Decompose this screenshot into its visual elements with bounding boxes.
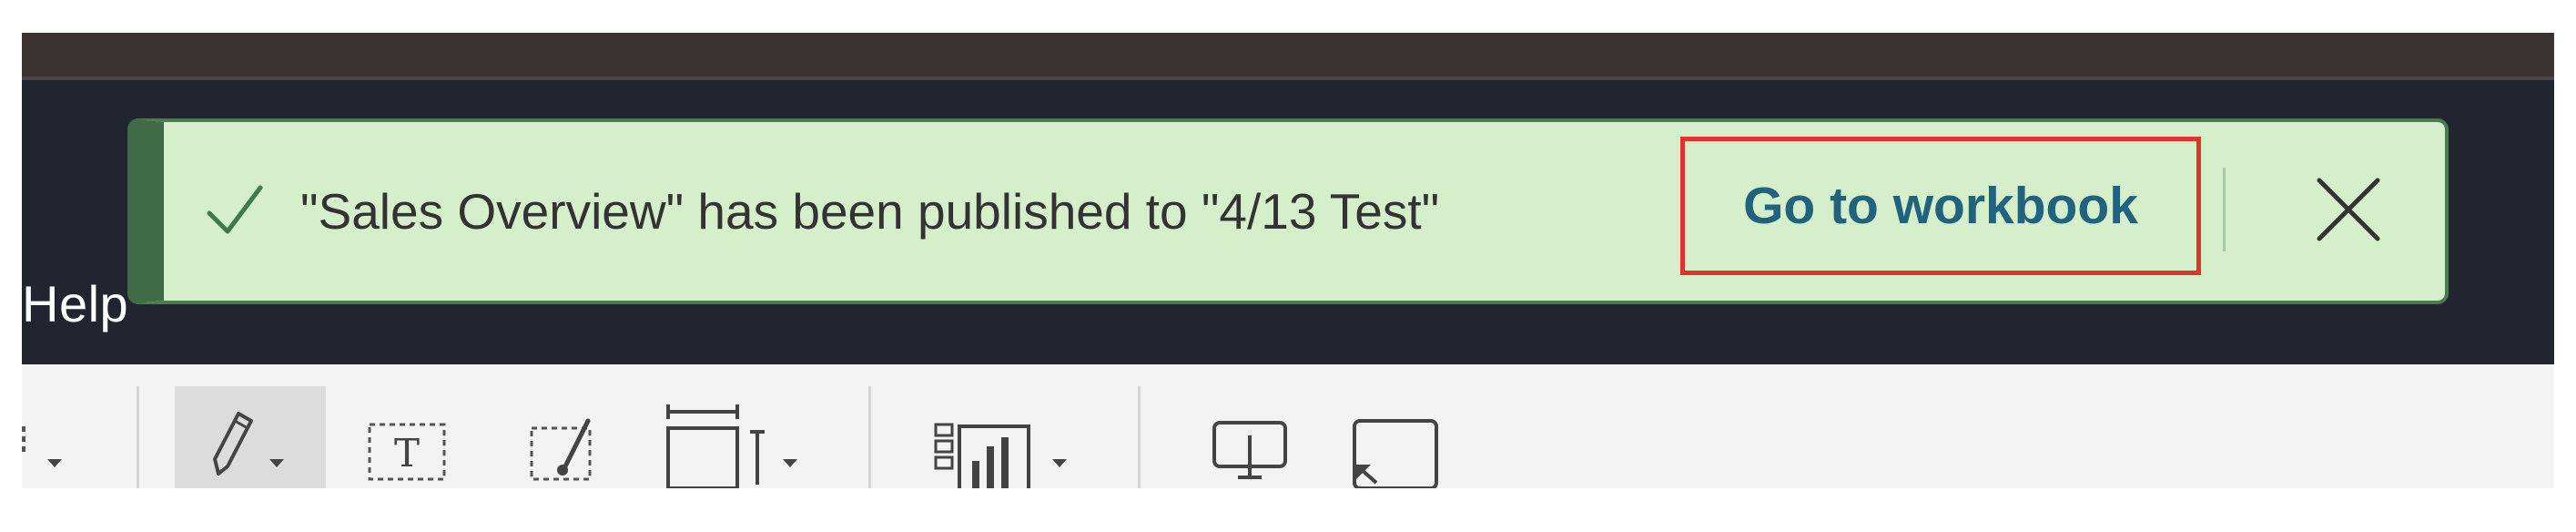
publish-success-toast: "Sales Overview" has been published to "… — [127, 118, 2449, 304]
toolbar-separator — [137, 386, 139, 488]
share-screen-button[interactable] — [1345, 386, 1445, 488]
toolbar-partial-dropdown[interactable] — [22, 386, 76, 488]
svg-text:T: T — [394, 431, 420, 476]
app-window: Help T "Sales Overview" has been publish… — [22, 33, 2554, 488]
fit-width-icon — [666, 404, 797, 488]
highlight-button[interactable] — [175, 386, 326, 488]
title-bar — [22, 33, 2554, 80]
presentation-mode-button[interactable] — [1205, 386, 1296, 488]
toolbar-separator — [868, 386, 871, 488]
toolbar-separator — [1138, 386, 1141, 488]
toolbar: T — [22, 364, 2554, 488]
go-to-workbook-link[interactable]: Go to workbook — [1680, 137, 2201, 275]
annotate-button[interactable] — [524, 386, 615, 488]
close-icon[interactable] — [2310, 171, 2387, 248]
text-box-button[interactable]: T — [360, 386, 451, 488]
share-screen-icon — [1353, 419, 1438, 488]
presentation-icon — [1212, 421, 1287, 479]
dropdown-partial-icon — [22, 426, 62, 467]
text-box-icon: T — [368, 423, 446, 481]
annotate-brush-icon — [530, 418, 592, 481]
checkmark-icon — [207, 185, 263, 234]
fit-button[interactable] — [659, 386, 823, 488]
highlighter-icon — [213, 412, 284, 476]
menu-item-help[interactable]: Help — [22, 277, 128, 332]
show-me-chart-icon — [934, 423, 1067, 488]
toast-message: "Sales Overview" has been published to "… — [300, 183, 1440, 240]
toast-divider — [2223, 168, 2226, 251]
show-me-button[interactable] — [932, 386, 1087, 488]
